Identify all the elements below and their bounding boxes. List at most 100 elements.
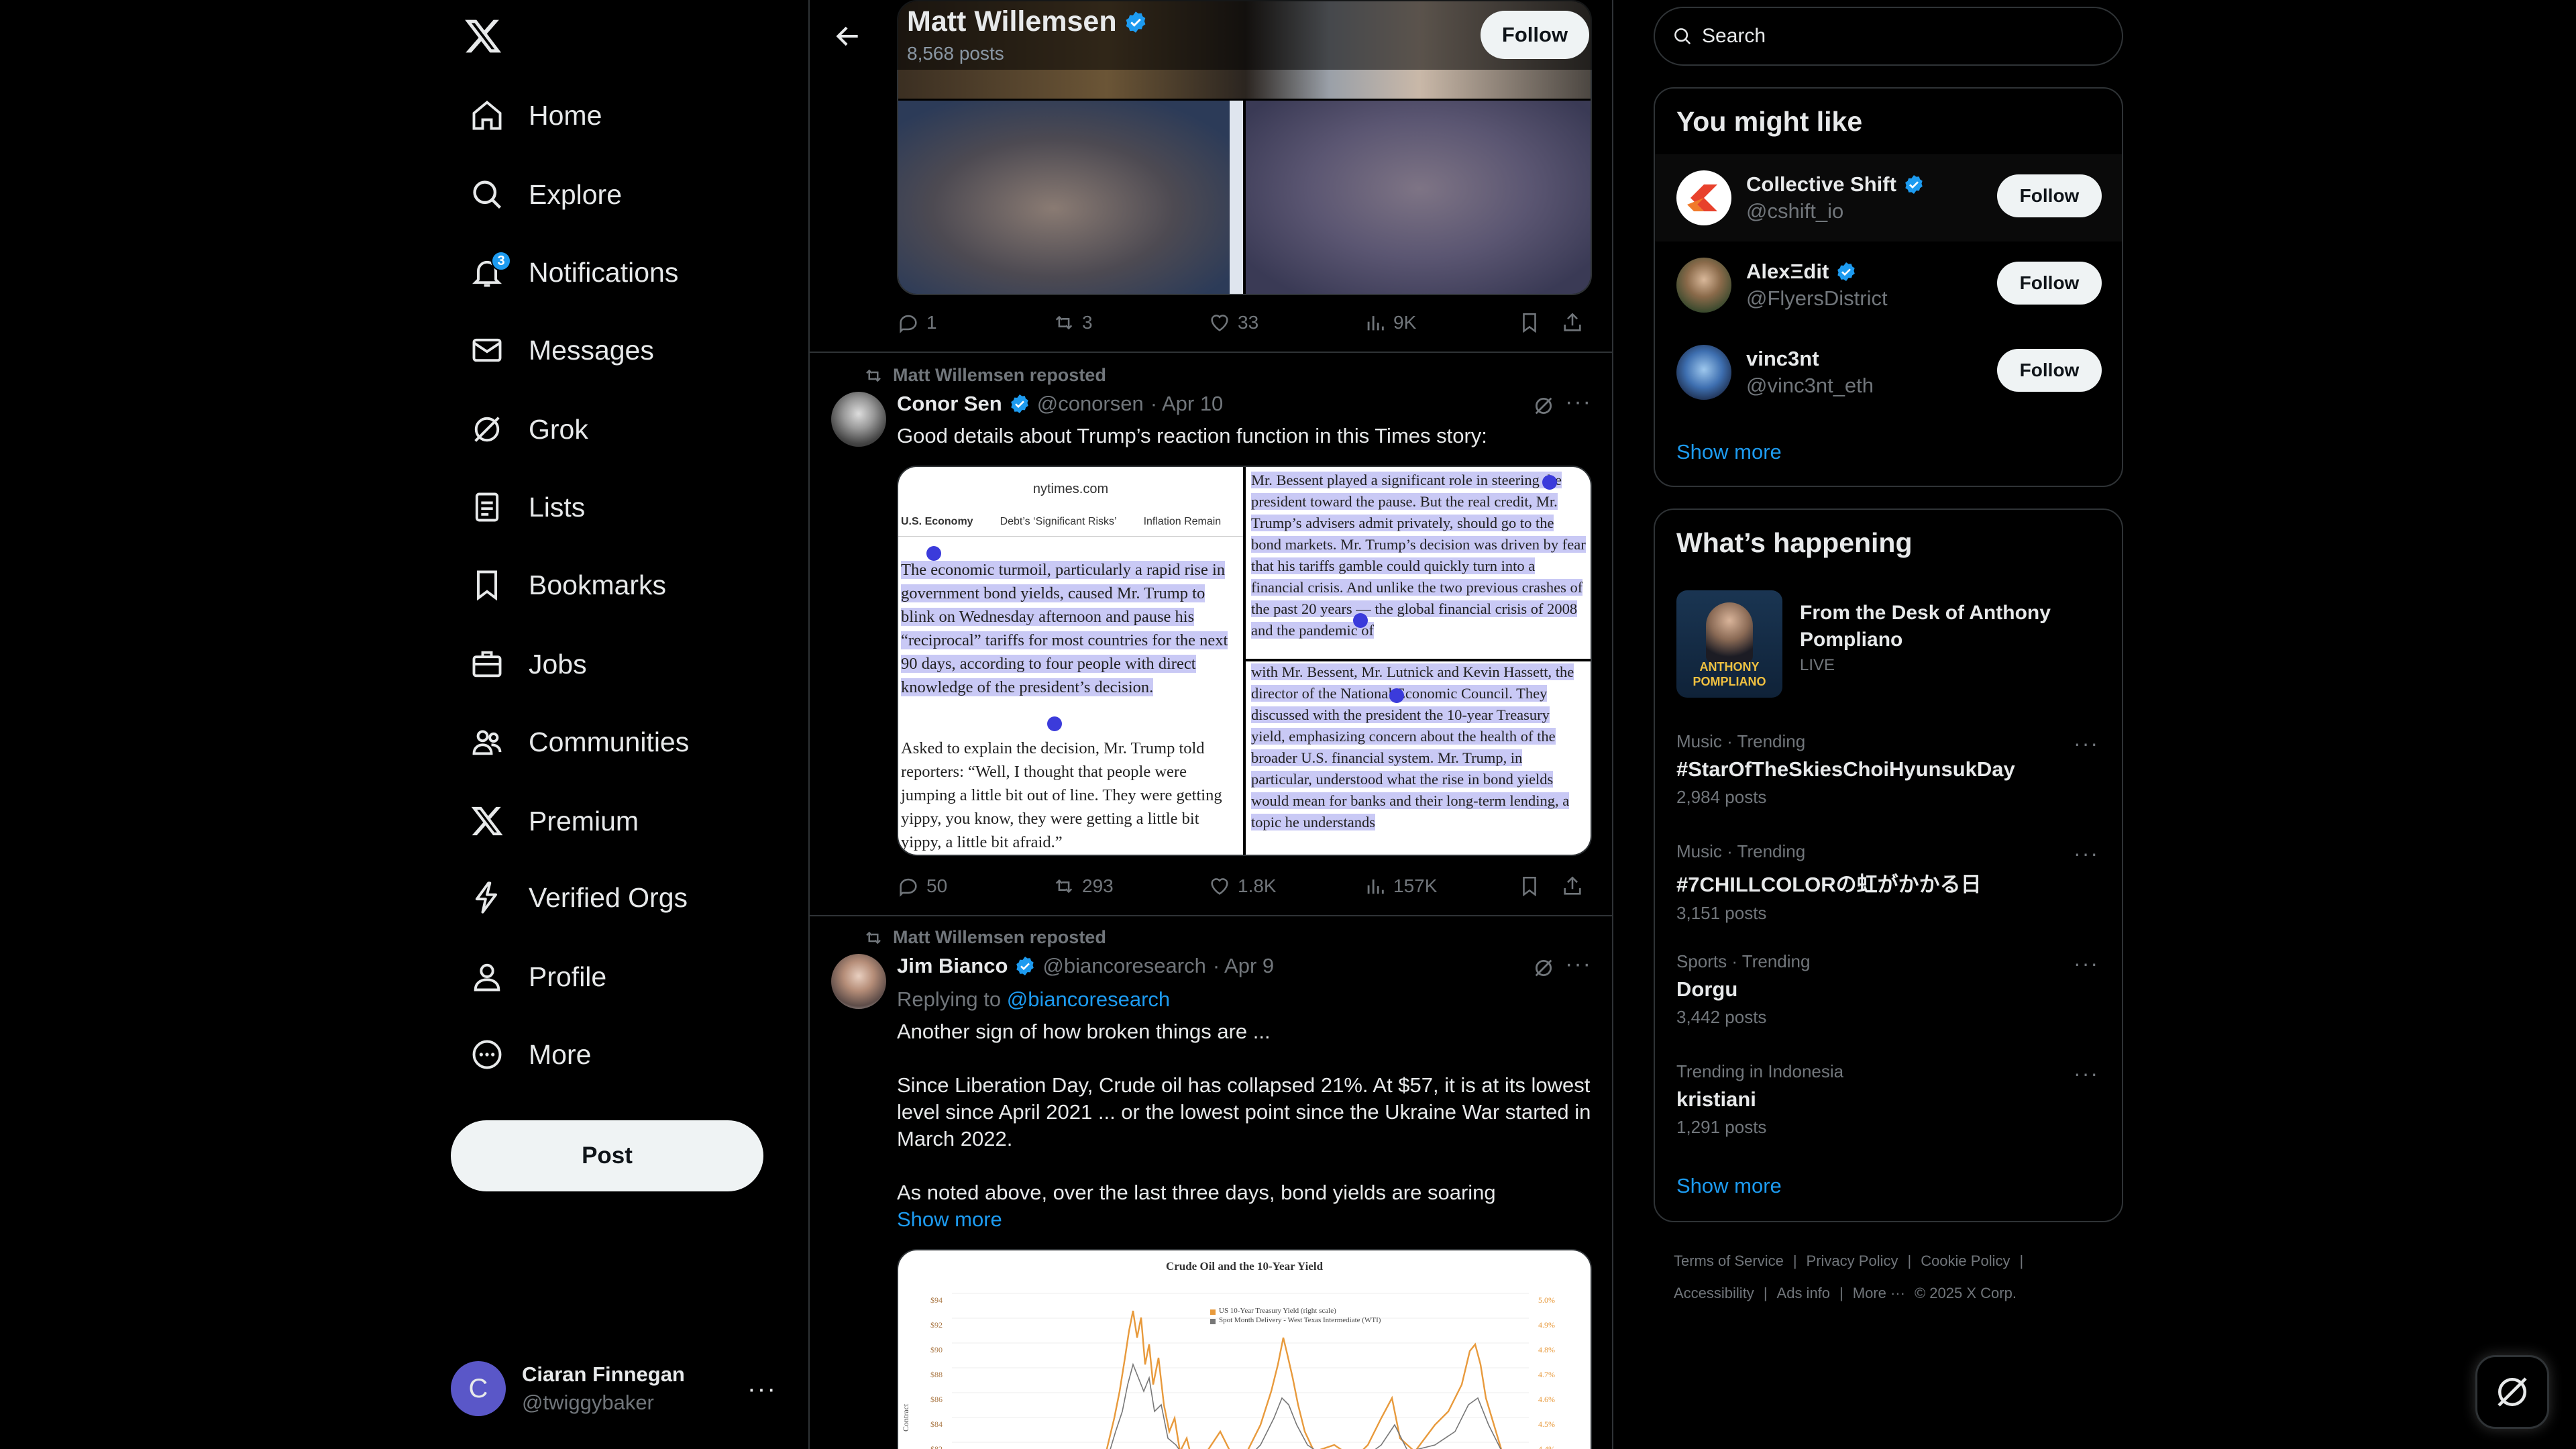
tweet-text: Good details about Trump’s reaction func… [897, 424, 1487, 447]
follow-button[interactable]: Follow [1997, 262, 2102, 305]
selection-handle [1353, 613, 1368, 628]
trend-item[interactable]: Music · Trending #StarOfTheSkiesChoiHyun… [1676, 731, 2106, 808]
show-more-link[interactable]: Show more [1676, 440, 1782, 464]
repost-indicator: Matt Willemsen reposted [863, 927, 1106, 948]
avatar [1676, 345, 1731, 400]
footer-link[interactable]: Privacy Policy [1807, 1245, 1898, 1277]
highlighted-text: with Mr. Bessent, Mr. Lutnick and Kevin … [1251, 663, 1574, 830]
follow-button[interactable]: Follow [1997, 349, 2102, 392]
account-switcher[interactable]: C Ciaran Finnegan @twiggybaker ··· [451, 1348, 786, 1429]
article-screenshot-right-top[interactable]: Mr. Bessent played a significant role in… [1246, 467, 1591, 659]
post-button[interactable]: Post [451, 1120, 763, 1191]
tweet-image[interactable] [898, 101, 1243, 294]
more-icon[interactable]: ··· [747, 1375, 777, 1404]
nav-grok[interactable]: Grok [449, 397, 608, 462]
follow-button[interactable]: Follow [1997, 174, 2102, 217]
trend-item[interactable]: Music · Trending #7CHILLCOLORの虹がかかる日 3,1… [1676, 841, 2106, 924]
trend-item[interactable]: Sports · Trending Dorgu 3,442 posts ··· [1676, 951, 2106, 1028]
footer-link[interactable]: Cookie Policy [1921, 1245, 2010, 1277]
follow-suggestion[interactable]: Collective Shift @cshift_io Follow [1655, 154, 2122, 241]
like-button[interactable]: 33 [1208, 311, 1364, 334]
footer-more-link[interactable]: More ··· [1853, 1277, 1905, 1309]
reply-button[interactable]: 50 [897, 875, 1053, 898]
footer-link[interactable]: Terms of Service [1674, 1245, 1784, 1277]
follow-suggestion[interactable]: AlexΞdit @FlyersDistrict Follow [1655, 241, 2122, 329]
live-event[interactable]: ANTHONY POMPLIANO From the Desk of Antho… [1676, 590, 2106, 700]
grok-icon[interactable] [1532, 957, 1555, 979]
back-arrow-icon[interactable] [833, 21, 863, 51]
bookmark-button[interactable] [1518, 875, 1561, 898]
tweet-media-grid[interactable]: nytimes.com U.S. Economy Debt’s ‘Signifi… [897, 466, 1592, 856]
nav-verified-orgs[interactable]: Verified Orgs [449, 865, 708, 930]
nav-lists[interactable]: Lists [449, 475, 605, 539]
more-icon[interactable]: ··· [2074, 731, 2099, 756]
tweet-image[interactable] [1246, 101, 1591, 294]
axis-tick-label: $92 [930, 1320, 943, 1330]
more-icon[interactable]: ··· [1565, 389, 1592, 415]
nav-jobs-label: Jobs [529, 648, 587, 680]
repost-button[interactable]: 293 [1053, 875, 1208, 898]
repost-label: Matt Willemsen reposted [893, 365, 1106, 385]
avatar: C [451, 1361, 506, 1416]
grok-fab-button[interactable] [2475, 1355, 2549, 1429]
search-input[interactable]: Search [1654, 7, 2123, 66]
x-logo-icon[interactable] [463, 16, 503, 56]
profile-header: Matt Willemsen 8,568 posts Follow [810, 0, 1612, 70]
axis-tick-label: 4.4% [1538, 1444, 1555, 1449]
more-icon[interactable]: ··· [2074, 1061, 2099, 1086]
footer-separator: | [1763, 1285, 1768, 1301]
nav-bookmarks[interactable]: Bookmarks [449, 553, 686, 617]
repost-icon [1055, 315, 1073, 330]
nav-more[interactable]: More [449, 1022, 611, 1087]
show-more-link[interactable]: Show more [897, 1206, 1592, 1233]
nav-communities[interactable]: Communities [449, 710, 709, 774]
tweet-author-name[interactable]: Jim Bianco [897, 954, 1008, 978]
repost-button[interactable]: 3 [1053, 311, 1208, 334]
tweet-chart-image[interactable]: Crude Oil and the 10-Year Yield US 10-Ye… [897, 1249, 1592, 1449]
trend-item[interactable]: Trending in Indonesia kristiani 1,291 po… [1676, 1061, 2106, 1138]
heart-icon [1211, 878, 1228, 895]
footer-link[interactable]: Ads info [1777, 1277, 1831, 1309]
follow-suggestion[interactable]: vinc3nt @vinc3nt_eth Follow [1655, 329, 2122, 416]
grok-icon[interactable] [1532, 394, 1555, 417]
share-button[interactable] [1561, 311, 1591, 334]
tweet-date[interactable]: · Apr 10 [1150, 392, 1224, 416]
axis-tick-label: 4.6% [1538, 1395, 1555, 1404]
views-button[interactable]: 9K [1364, 311, 1518, 334]
like-button[interactable]: 1.8K [1208, 875, 1364, 898]
reply-button[interactable]: 1 [897, 311, 1053, 334]
tweet-date[interactable]: · Apr 9 [1213, 954, 1274, 978]
nav-jobs[interactable]: Jobs [449, 632, 607, 696]
nav-messages[interactable]: Messages [449, 318, 674, 382]
nav-profile[interactable]: Profile [449, 945, 627, 1009]
article-screenshot-right-bottom[interactable]: with Mr. Bessent, Mr. Lutnick and Kevin … [1246, 661, 1591, 855]
nav-home[interactable]: Home [449, 83, 622, 148]
more-icon[interactable]: ··· [2074, 841, 2099, 866]
tweet-author-handle[interactable]: @conorsen [1037, 392, 1144, 416]
nav-notifications[interactable]: 3 Notifications [449, 240, 698, 305]
footer-link[interactable]: Accessibility [1674, 1277, 1754, 1309]
avatar[interactable] [831, 392, 886, 447]
axis-tick-label: $82 [930, 1444, 943, 1449]
tweet-header: Conor Sen @conorsen · Apr 10 [897, 392, 1223, 416]
tweet-author-name[interactable]: Conor Sen [897, 392, 1002, 416]
tweet-author-handle[interactable]: @biancoresearch [1042, 954, 1205, 978]
chart-right-axis: 5.0% 4.9% 4.8% 4.7% 4.6% 4.5% 4.4% [1538, 1288, 1555, 1449]
suggestion-info: AlexΞdit @FlyersDistrict [1746, 260, 1888, 311]
suggestion-handle: @cshift_io [1746, 199, 1844, 223]
more-icon[interactable]: ··· [1565, 951, 1592, 977]
show-more-link[interactable]: Show more [1676, 1174, 1782, 1198]
follow-button[interactable]: Follow [1481, 11, 1589, 59]
grok-icon [2498, 1377, 2527, 1407]
views-button[interactable]: 157K [1364, 875, 1518, 898]
selection-handle [926, 546, 941, 561]
bookmark-button[interactable] [1518, 311, 1561, 334]
article-tab: Inflation Remain [1143, 516, 1222, 527]
replying-to-link[interactable]: @biancoresearch [1007, 987, 1170, 1011]
share-button[interactable] [1561, 875, 1591, 898]
nav-premium[interactable]: Premium [449, 789, 659, 853]
article-screenshot-left[interactable]: nytimes.com U.S. Economy Debt’s ‘Signifi… [898, 467, 1243, 855]
more-icon[interactable]: ··· [2074, 951, 2099, 976]
nav-explore[interactable]: Explore [449, 162, 642, 227]
avatar[interactable] [831, 954, 886, 1009]
